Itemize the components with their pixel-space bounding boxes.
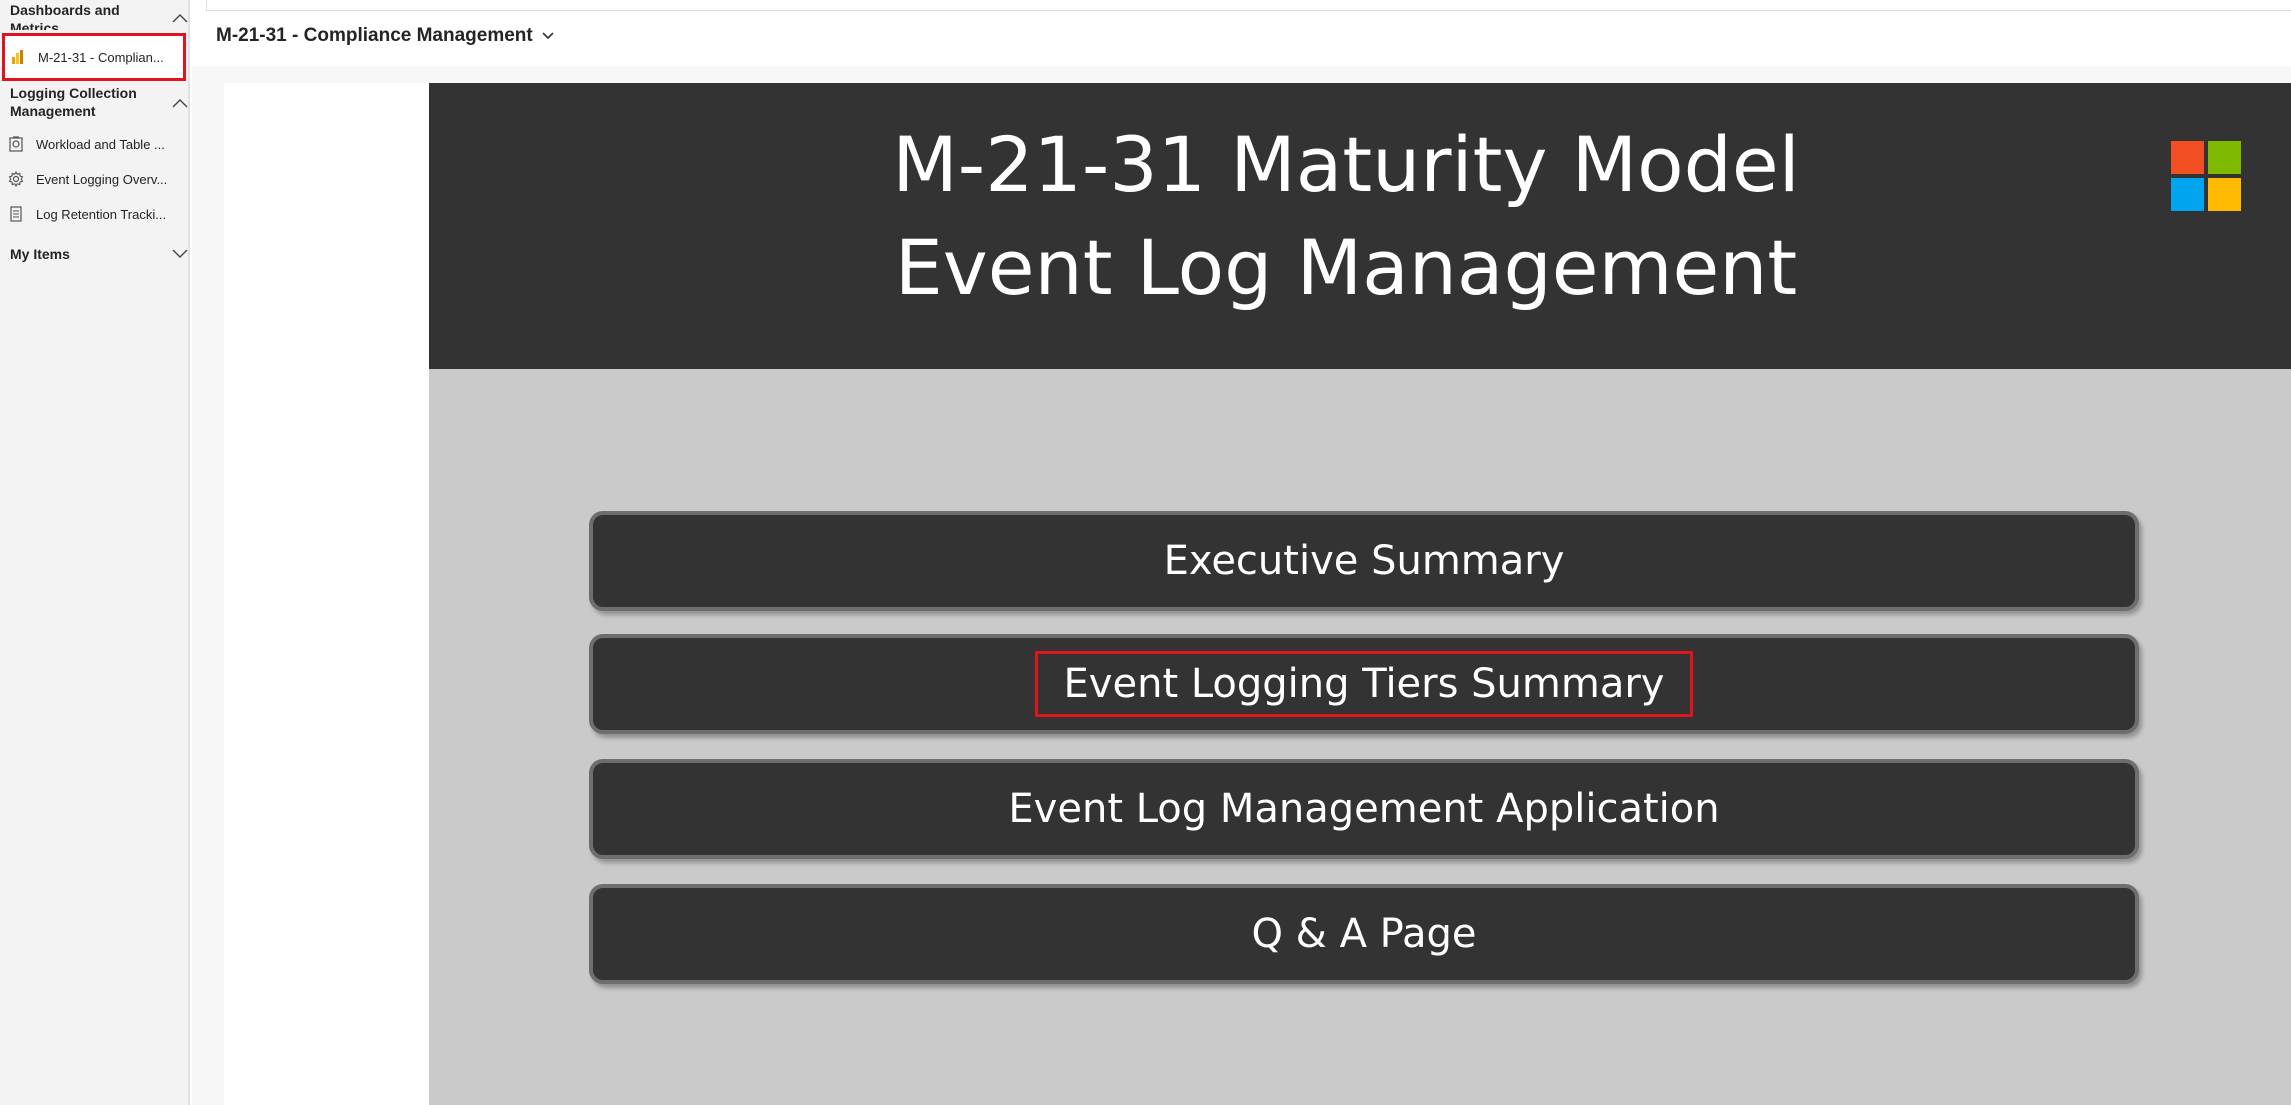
top-toolbar-strip — [206, 0, 2291, 11]
chevron-down-icon[interactable] — [172, 249, 188, 259]
button-panel — [429, 369, 2291, 1105]
chevron-up-icon[interactable] — [172, 98, 188, 108]
sidebar-item-label: Log Retention Tracki... — [36, 206, 167, 222]
section-my-items[interactable]: My Items — [10, 245, 188, 263]
banner-title-line1: M-21-31 Maturity Model — [892, 120, 1800, 209]
dataset-icon — [9, 136, 23, 152]
gear-icon — [8, 171, 24, 187]
chevron-down-icon — [542, 32, 554, 40]
report-icon — [12, 50, 23, 64]
sidebar-item-label: Event Logging Overv... — [36, 171, 168, 187]
button-label: Executive Summary — [1163, 538, 1565, 584]
sidebar-item-log-retention-tracking[interactable]: Log Retention Tracki... — [0, 198, 186, 230]
section-title: My Items — [10, 246, 70, 262]
section-logging-collection-management[interactable]: Logging Collection Management — [10, 84, 188, 120]
qa-page-button[interactable]: Q & A Page — [589, 884, 2139, 984]
document-icon — [10, 206, 22, 222]
section-dashboards-and-metrics[interactable]: Dashboards and Metrics — [10, 1, 188, 30]
sidebar-item-workload-table[interactable]: Workload and Table ... — [0, 128, 186, 160]
navigation-pane: Dashboards and Metrics M-21-31 - Complia… — [0, 0, 190, 1105]
sidebar-item-compliance-report[interactable]: M-21-31 - Complian... — [2, 33, 186, 81]
report-banner: M-21-31 Maturity Model Event Log Managem… — [429, 83, 2291, 369]
sidebar-item-label: M-21-31 - Complian... — [38, 49, 164, 65]
section-title: Logging Collection Management — [10, 85, 137, 119]
chevron-up-icon[interactable] — [172, 13, 188, 23]
event-log-management-application-button[interactable]: Event Log Management Application — [589, 759, 2139, 859]
section-title: Dashboards and Metrics — [10, 2, 120, 30]
button-label: Event Logging Tiers Summary — [1034, 651, 1694, 717]
report-title: M-21-31 - Compliance Management — [216, 25, 533, 46]
executive-summary-button[interactable]: Executive Summary — [589, 511, 2139, 611]
canvas-left-margin — [224, 83, 429, 1105]
report-title-dropdown[interactable]: M-21-31 - Compliance Management — [216, 22, 555, 50]
event-logging-tiers-summary-button[interactable]: Event Logging Tiers Summary — [589, 634, 2139, 734]
sidebar-item-label: Workload and Table ... — [36, 136, 165, 152]
button-label: Event Log Management Application — [1008, 786, 1720, 832]
sidebar-item-event-logging-overview[interactable]: Event Logging Overv... — [0, 163, 186, 195]
banner-title-line2: Event Log Management — [894, 223, 1798, 312]
button-label: Q & A Page — [1251, 911, 1477, 957]
microsoft-logo-icon — [2171, 141, 2241, 211]
